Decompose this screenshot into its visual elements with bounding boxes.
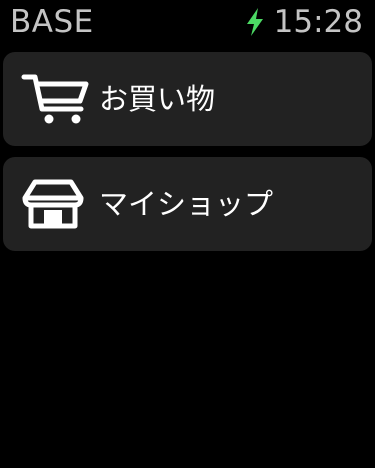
app-title: BASE [10, 4, 94, 40]
shopping-cart-icon [21, 74, 89, 124]
menu-item-my-shop[interactable]: マイショップ [3, 157, 372, 251]
menu-item-my-shop-label: マイショップ [99, 187, 274, 221]
clock: 15:28 [273, 4, 363, 40]
charging-bolt-icon [246, 8, 263, 36]
menu-item-shopping[interactable]: お買い物 [3, 52, 372, 146]
status-right: 15:28 [244, 3, 363, 41]
menu-item-shopping-label: お買い物 [99, 82, 216, 116]
status-bar: BASE 15:28 [0, 0, 375, 46]
main-menu: お買い物 マイショップ [3, 52, 372, 262]
storefront-icon [22, 179, 84, 229]
